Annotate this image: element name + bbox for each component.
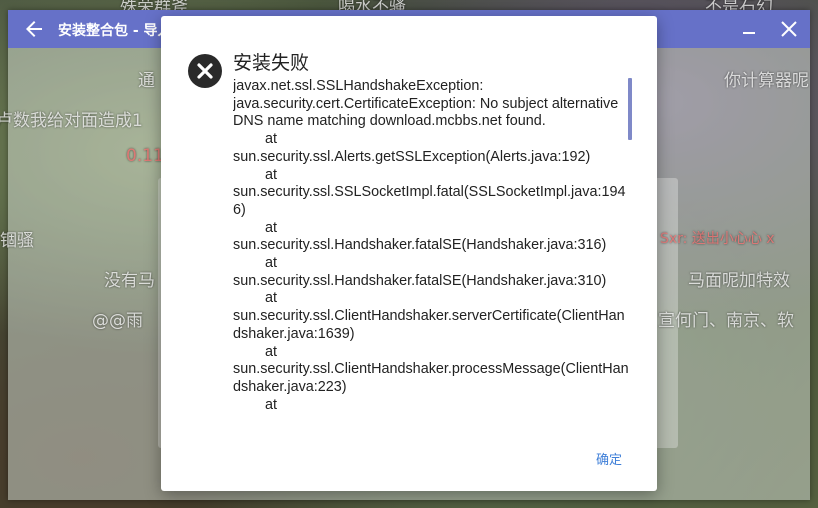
danmaku-text: @@雨 [92, 311, 143, 331]
danmaku-text: Sxr: 送出小心心 x [660, 231, 775, 247]
close-icon[interactable] [776, 16, 802, 42]
error-dialog: 安装失败 javax.net.ssl.SSLHandshakeException… [161, 16, 657, 491]
error-message: javax.net.ssl.SSLHandshakeException: jav… [233, 78, 629, 413]
error-message-scroll[interactable]: javax.net.ssl.SSLHandshakeException: jav… [233, 78, 633, 428]
danmaku-text: 通 [138, 71, 155, 91]
danmaku-text: 宣何门、南京、软 [658, 311, 794, 331]
danmaku-text: 卢数我给对面造成1 [0, 111, 143, 131]
ok-button[interactable]: 确定 [583, 446, 635, 470]
scrollbar-thumb[interactable] [628, 78, 632, 140]
danmaku-text: 你计算器呢 [724, 71, 809, 91]
dialog-title: 安装失败 [233, 52, 310, 74]
danmaku-text: 锢骚 [0, 231, 34, 251]
danmaku-text: 没有马 [104, 271, 155, 291]
window-title: 安装整合包 - 导入 [58, 23, 172, 39]
danmaku-text: 0.11 [126, 146, 164, 166]
danmaku-text: 马面呢加特效 [688, 271, 790, 291]
minimize-icon[interactable] [736, 16, 762, 42]
error-x-icon [188, 54, 222, 88]
back-arrow-icon[interactable] [22, 17, 46, 41]
